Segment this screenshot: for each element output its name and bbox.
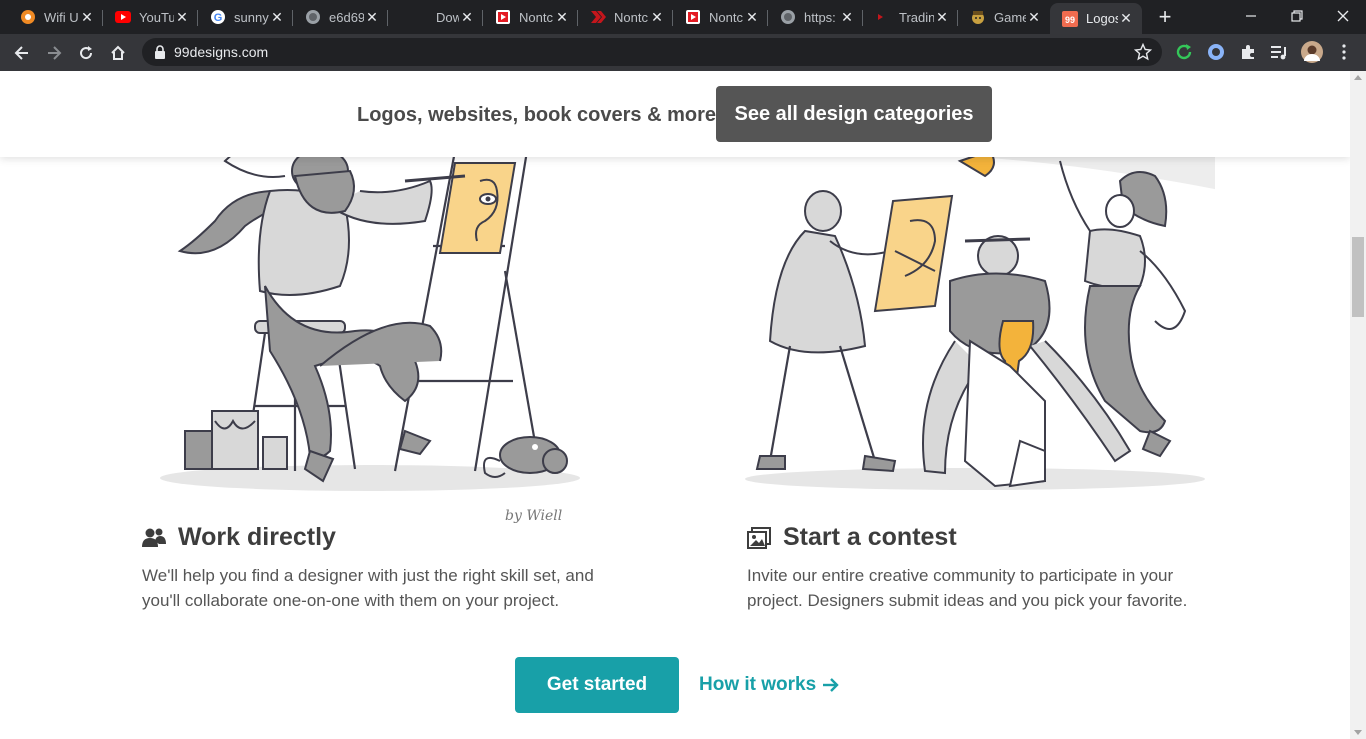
tab-title: https: xyxy=(804,9,836,25)
close-tab-icon[interactable]: ✕ xyxy=(1118,10,1134,27)
browser-tab[interactable]: Down ✕ xyxy=(388,3,483,31)
close-tab-icon[interactable]: ✕ xyxy=(459,9,475,25)
globe-favicon-icon xyxy=(780,9,796,25)
browser-tab[interactable]: Nontc ✕ xyxy=(578,3,673,31)
scroll-down-arrow-icon[interactable] xyxy=(1354,730,1362,735)
browser-tab[interactable]: https: ✕ xyxy=(768,3,863,31)
browser-tab[interactable]: Tradin ✕ xyxy=(863,3,958,31)
extensions-puzzle-icon[interactable] xyxy=(1237,41,1259,63)
reload-button[interactable] xyxy=(72,39,100,67)
tab-title: Down xyxy=(436,9,459,25)
feature-title: Start a contest xyxy=(783,523,957,551)
close-tab-icon[interactable]: ✕ xyxy=(269,9,285,25)
forward-button[interactable] xyxy=(40,39,68,67)
close-tab-icon[interactable]: ✕ xyxy=(174,9,190,25)
tab-title: Nontc xyxy=(614,9,648,25)
media-playlist-icon[interactable] xyxy=(1268,41,1290,63)
how-it-works-link[interactable]: How it works xyxy=(699,674,840,696)
page-content: Logos, websites, book covers & more... S… xyxy=(0,71,1350,739)
wifi-uncle-favicon-icon xyxy=(20,9,36,25)
close-tab-icon[interactable]: ✕ xyxy=(554,9,570,25)
arrow-right-icon xyxy=(822,677,840,693)
start-contest-heading: Start a contest xyxy=(747,523,957,552)
scrollbar-thumb[interactable] xyxy=(1352,237,1364,317)
get-started-button[interactable]: Get started xyxy=(515,657,679,713)
browser-tab[interactable]: G sunny ✕ xyxy=(198,3,293,31)
youtube-favicon-icon xyxy=(115,9,131,25)
close-tab-icon[interactable]: ✕ xyxy=(934,9,950,25)
99designs-favicon-icon: 99 xyxy=(1062,10,1078,27)
svg-text:99: 99 xyxy=(1065,15,1075,25)
new-tab-button[interactable]: + xyxy=(1154,4,1176,29)
vpn-extension-icon[interactable] xyxy=(1205,41,1227,63)
browser-tab[interactable]: Wifi U ✕ xyxy=(8,3,103,31)
tab-title: Nontc xyxy=(519,9,553,25)
close-tab-icon[interactable]: ✕ xyxy=(79,9,95,25)
close-tab-icon[interactable]: ✕ xyxy=(1026,9,1042,25)
category-tagline: Logos, websites, book covers & more... xyxy=(357,104,733,126)
tab-title: sunny xyxy=(234,9,269,25)
work-directly-description: We'll help you find a designer with just… xyxy=(142,566,594,610)
tab-title: YouTu xyxy=(139,9,174,25)
browser-tab[interactable]: YouTu ✕ xyxy=(103,3,198,31)
address-bar[interactable]: 99designs.com xyxy=(142,38,1162,66)
people-icon xyxy=(142,527,166,549)
page-scrollbar[interactable] xyxy=(1350,71,1366,739)
tab-strip: Wifi U ✕ YouTu ✕ G sunny ✕ e6d69 ✕ Down … xyxy=(0,0,1366,34)
browser-tab[interactable]: Nontc ✕ xyxy=(673,3,768,31)
lock-icon xyxy=(154,45,166,59)
game-favicon-icon xyxy=(970,9,986,25)
close-tab-icon[interactable]: ✕ xyxy=(744,9,760,25)
minimize-window-button[interactable] xyxy=(1228,0,1274,32)
artist-at-easel-illustration xyxy=(160,151,580,491)
video-favicon-icon xyxy=(495,9,511,25)
illustration-credit: by Wiell xyxy=(505,508,563,524)
browser-tab[interactable]: Nontc ✕ xyxy=(483,3,578,31)
reload-extension-icon[interactable] xyxy=(1173,41,1195,63)
gallery-icon xyxy=(747,526,771,549)
browser-toolbar: 99designs.com xyxy=(0,34,1366,71)
close-tab-icon[interactable]: ✕ xyxy=(839,9,855,25)
close-tab-icon[interactable]: ✕ xyxy=(364,9,380,25)
design-contest-illustration xyxy=(745,151,1215,490)
video-favicon-icon xyxy=(685,9,701,25)
back-button[interactable] xyxy=(8,39,36,67)
work-directly-heading: Work directly xyxy=(142,523,336,552)
tradingview-favicon-icon xyxy=(875,9,891,25)
sticky-category-bar: Logos, websites, book covers & more... S… xyxy=(0,71,1350,157)
tab-title: Logos xyxy=(1086,11,1118,26)
how-it-works-label: How it works xyxy=(699,674,817,695)
tab-title: Wifi U xyxy=(44,9,79,25)
tab-title: Game xyxy=(994,9,1026,25)
blank-favicon-icon xyxy=(400,9,416,25)
see-all-categories-button[interactable]: See all design categories xyxy=(716,86,992,142)
close-tab-icon[interactable]: ✕ xyxy=(649,9,665,25)
start-contest-description: Invite our entire creative community to … xyxy=(747,566,1188,610)
tab-title: Tradin xyxy=(899,9,934,25)
close-window-button[interactable] xyxy=(1320,0,1366,32)
tab-title: Nontc xyxy=(709,9,743,25)
browser-tab[interactable]: Game ✕ xyxy=(958,3,1050,31)
browser-tab[interactable]: e6d69 ✕ xyxy=(293,3,388,31)
google-favicon-icon: G xyxy=(210,9,226,25)
feature-title: Work directly xyxy=(178,523,336,551)
scroll-up-arrow-icon[interactable] xyxy=(1354,75,1362,80)
url-text: 99designs.com xyxy=(174,44,269,60)
restore-window-button[interactable] xyxy=(1274,0,1320,32)
tab-title: e6d69 xyxy=(329,9,364,25)
svg-text:G: G xyxy=(214,12,223,24)
profile-avatar-icon[interactable] xyxy=(1301,41,1323,63)
bookmark-star-icon[interactable] xyxy=(1133,42,1153,61)
home-button[interactable] xyxy=(104,39,132,67)
globe-favicon-icon xyxy=(305,9,321,25)
browser-menu-icon[interactable] xyxy=(1333,41,1355,63)
browser-tab-active[interactable]: 99 Logos ✕ xyxy=(1050,3,1142,34)
red-chevron-favicon-icon xyxy=(590,9,606,25)
